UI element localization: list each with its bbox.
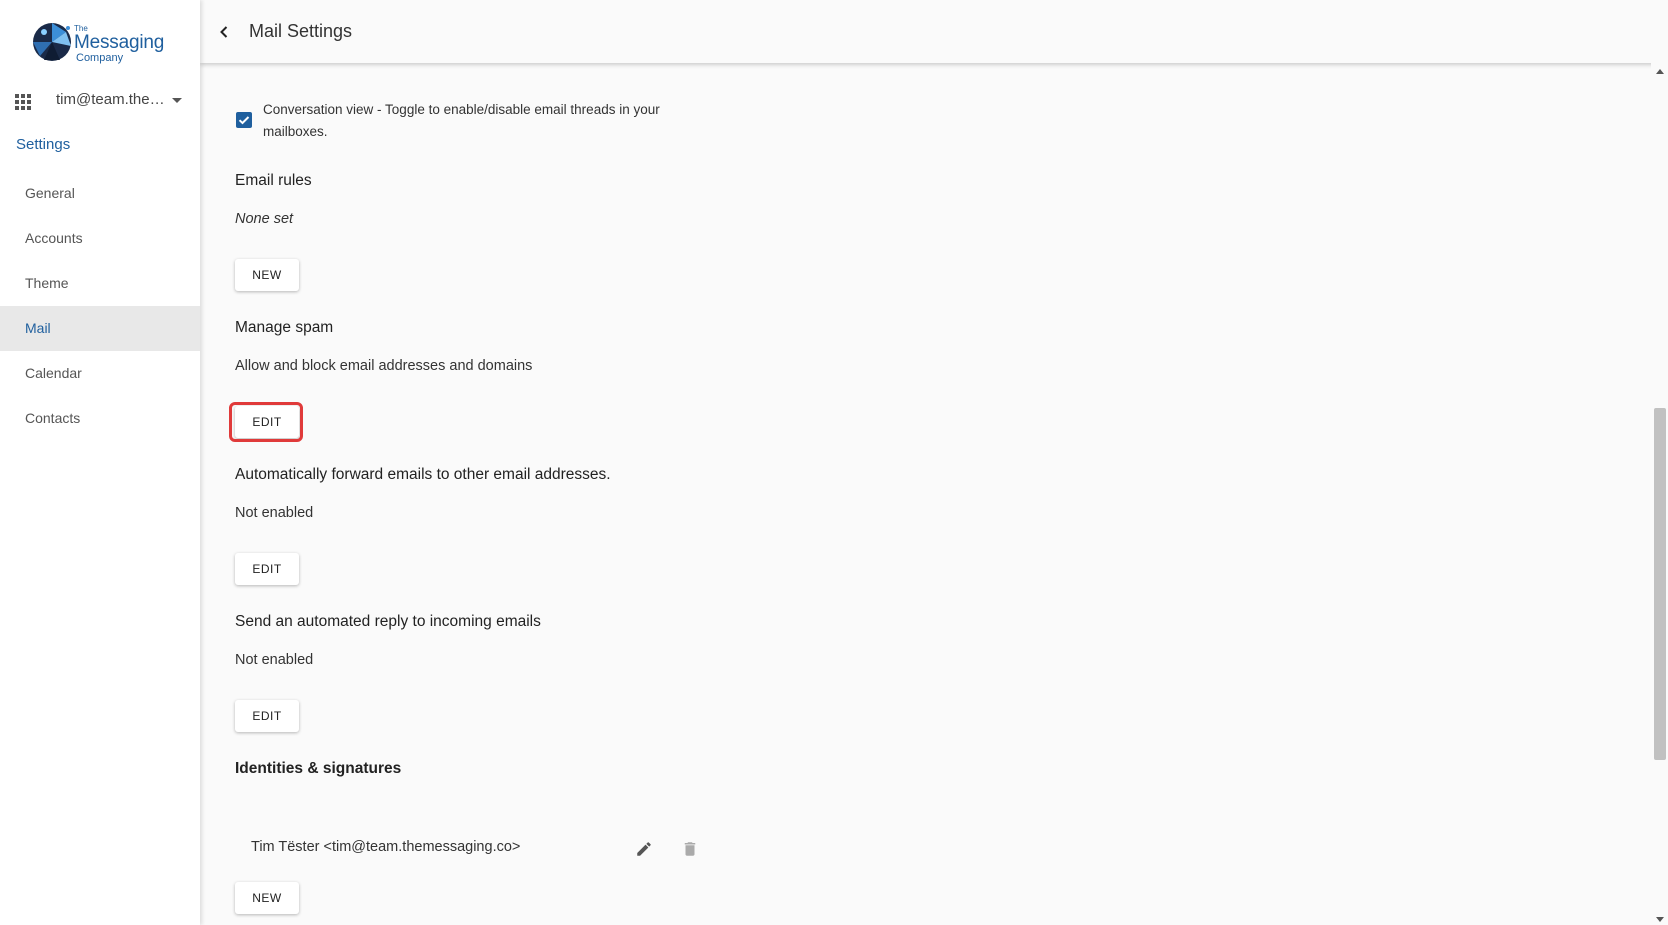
email-rules-title: Email rules — [235, 172, 312, 189]
nav-item-mail[interactable]: Mail — [0, 306, 200, 351]
caret-down-icon[interactable] — [172, 98, 182, 103]
edit-auto-reply-button[interactable]: EDIT — [235, 700, 299, 732]
edit-pencil-icon[interactable] — [635, 840, 653, 858]
logo-text-company: Company — [76, 52, 124, 64]
conversation-view-label: Conversation view - Toggle to enable/dis… — [263, 102, 660, 139]
account-email[interactable]: tim@team.the… — [56, 91, 168, 108]
page-title: Mail Settings — [249, 21, 353, 41]
settings-nav: General Accounts Theme Mail Calendar Con… — [0, 171, 200, 441]
logo-mark-icon — [33, 23, 71, 61]
manage-spam-title: Manage spam — [235, 319, 334, 336]
identity-row: Tim Tëster <tim@team.themessaging.co> — [235, 831, 705, 867]
mail-settings-content: Conversation view - Toggle to enable/dis… — [229, 63, 1635, 925]
back-arrow-icon[interactable] — [214, 22, 234, 42]
nav-item-accounts[interactable]: Accounts — [0, 216, 200, 261]
nav-item-general[interactable]: General — [0, 171, 200, 216]
sidebar: The Messaging Company tim@team.the… Sett… — [0, 0, 200, 925]
scrollbar-thumb[interactable] — [1654, 408, 1666, 760]
settings-heading: Settings — [16, 136, 71, 153]
company-logo[interactable]: The Messaging Company — [30, 18, 175, 64]
nav-item-calendar[interactable]: Calendar — [0, 351, 200, 396]
apps-grid-icon[interactable] — [15, 94, 31, 110]
edit-forwarding-button[interactable]: EDIT — [235, 553, 299, 585]
scroll-down-arrow-icon[interactable] — [1656, 917, 1664, 922]
auto-reply-status: Not enabled — [235, 652, 314, 668]
manage-spam-description: Allow and block email addresses and doma… — [235, 358, 533, 374]
nav-item-contacts[interactable]: Contacts — [0, 396, 200, 441]
forward-emails-status: Not enabled — [235, 505, 314, 521]
delete-trash-icon[interactable] — [681, 840, 699, 858]
checkmark-icon — [238, 116, 250, 125]
nav-item-theme[interactable]: Theme — [0, 261, 200, 306]
auto-reply-title: Send an automated reply to incoming emai… — [235, 613, 541, 630]
scroll-up-arrow-icon[interactable] — [1656, 69, 1664, 74]
new-identity-button[interactable]: NEW — [235, 882, 299, 914]
account-switcher[interactable]: tim@team.the… — [0, 86, 200, 116]
conversation-view-checkbox[interactable] — [236, 112, 252, 128]
email-rules-status: None set — [235, 211, 294, 227]
forward-emails-title: Automatically forward emails to other em… — [235, 466, 611, 483]
identity-name: Tim Tëster <tim@team.themessaging.co> — [251, 839, 521, 855]
new-email-rule-button[interactable]: NEW — [235, 259, 299, 291]
top-bar: Mail Settings — [200, 0, 1668, 63]
identities-title: Identities & signatures — [235, 760, 402, 777]
edit-spam-button[interactable]: EDIT — [235, 406, 299, 438]
scrollbar[interactable] — [1651, 63, 1668, 925]
logo-text-messaging: Messaging — [74, 32, 165, 53]
